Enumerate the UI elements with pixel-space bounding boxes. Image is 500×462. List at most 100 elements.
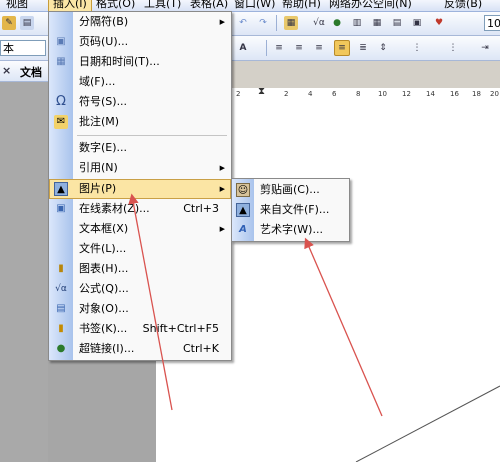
menu-item-label: 超链接(I)... (79, 342, 135, 355)
paste-icon[interactable]: ✎ (2, 16, 16, 30)
menu-network-office[interactable]: 网络办公空间(N) (325, 0, 416, 11)
menu-item-label: 文件(L)... (79, 242, 127, 255)
style-combo[interactable]: 本 (0, 40, 46, 56)
grid-icon[interactable]: ▦ (370, 16, 384, 30)
zoom-combo[interactable]: 10 (484, 15, 500, 31)
horizontal-ruler[interactable]: 2 ⧗ 2 4 6 8 10 12 14 16 18 20 (232, 86, 500, 107)
ruler-tick: 8 (356, 90, 361, 98)
menu-item-hyperlink[interactable]: ● 超链接(I)... Ctrl+K (49, 339, 231, 359)
feedback-icon[interactable]: ♥ (432, 16, 446, 30)
undo-icon[interactable]: ↶ (236, 16, 250, 30)
online-material-icon: ▣ (56, 203, 66, 214)
ruler-tick: 18 (472, 90, 481, 98)
globe-icon[interactable]: ● (330, 16, 344, 30)
clipart-icon: ☺ (236, 183, 250, 197)
page-number-icon: ▣ (56, 36, 66, 47)
ruler-tick: 6 (332, 90, 337, 98)
indent-icon[interactable]: ⇥ (478, 41, 492, 55)
submenu-item-from-file[interactable]: ▲ 来自文件(F)... (232, 200, 349, 220)
submenu-arrow-icon: ▶ (219, 185, 225, 193)
menu-item-label: 日期和时间(T)... (79, 55, 160, 68)
formula-icon: √α (55, 284, 67, 294)
menu-item-chart[interactable]: ▮ 图表(H)... (49, 259, 231, 279)
menu-item-label: 在线素材(Z)... (79, 202, 150, 215)
menu-format[interactable]: 格式(O) (92, 0, 139, 11)
ruler-tick: 14 (426, 90, 435, 98)
insert-menu: 分隔符(B) ▶ ▣ 页码(U)... ▦ 日期和时间(T)... 域(F)..… (48, 11, 232, 361)
menu-item-number[interactable]: 数字(E)... (49, 138, 231, 158)
submenu-item-clipart[interactable]: ☺ 剪贴画(C)... (232, 180, 349, 200)
toolbar-separator (276, 15, 277, 31)
menu-item-label: 符号(S)... (79, 95, 128, 108)
menu-help[interactable]: 帮助(H) (278, 0, 325, 11)
frame-icon[interactable]: ▣ (410, 16, 424, 30)
submenu-item-label: 来自文件(F)... (260, 203, 330, 216)
submenu-item-wordart[interactable]: A 艺术字(W)... (232, 220, 349, 240)
toolbar-separator (266, 40, 267, 56)
document-tab[interactable]: 文档 (20, 64, 42, 80)
menu-item-formula[interactable]: √α 公式(Q)... (49, 279, 231, 299)
indent-marker-icon[interactable]: ⧗ (258, 86, 265, 97)
menu-item-online-material[interactable]: ▣ 在线素材(Z)... Ctrl+3 (49, 199, 231, 219)
menu-feedback[interactable]: 反馈(B) (440, 0, 486, 11)
layout-icon[interactable]: ▤ (390, 16, 404, 30)
menu-item-bookmark[interactable]: ▮ 书签(K)... Shift+Ctrl+F5 (49, 319, 231, 339)
menu-item-object[interactable]: ▤ 对象(O)... (49, 299, 231, 319)
align-center-icon[interactable]: ≡ (292, 41, 306, 55)
menu-item-label: 对象(O)... (79, 302, 129, 315)
menu-item-label: 图表(H)... (79, 262, 129, 275)
submenu-item-label: 剪贴画(C)... (260, 183, 320, 196)
ruler-tick: 16 (450, 90, 459, 98)
menu-item-label: 域(F)... (79, 75, 116, 88)
menu-shortcut: Shift+Ctrl+F5 (142, 322, 219, 335)
menu-shortcut: Ctrl+3 (183, 202, 219, 215)
numbering-icon[interactable]: ⋮ (410, 41, 424, 55)
menu-item-date-time[interactable]: ▦ 日期和时间(T)... (49, 52, 231, 72)
hyperlink-icon: ● (56, 343, 66, 354)
submenu-item-label: 艺术字(W)... (260, 223, 323, 236)
menu-item-label: 页码(U)... (79, 35, 129, 48)
menu-item-field[interactable]: 域(F)... (49, 72, 231, 92)
ruler-tick: 10 (378, 90, 387, 98)
menu-window[interactable]: 窗口(W) (230, 0, 279, 11)
menu-item-label: 公式(Q)... (79, 282, 129, 295)
menu-shortcut: Ctrl+K (182, 342, 219, 355)
columns-icon[interactable]: ▥ (350, 16, 364, 30)
menu-item-page-number[interactable]: ▣ 页码(U)... (49, 32, 231, 52)
comment-icon: ✉ (54, 115, 68, 129)
print-icon[interactable]: ▤ (20, 16, 34, 30)
line-spacing-icon[interactable]: ⇕ (376, 41, 390, 55)
ruler-tick: 2 (236, 90, 241, 98)
formula-toolbar-icon[interactable]: √α (312, 16, 326, 30)
menu-separator (77, 135, 227, 136)
menu-item-label: 批注(M) (79, 115, 120, 128)
menu-table[interactable]: 表格(A) (186, 0, 232, 11)
left-gutter (0, 82, 48, 462)
menu-item-textbox[interactable]: 文本框(X) ▶ (49, 219, 231, 239)
menu-item-symbol[interactable]: Ω 符号(S)... (49, 92, 231, 112)
picture-submenu: ☺ 剪贴画(C)... ▲ 来自文件(F)... A 艺术字(W)... (231, 178, 350, 242)
menu-item-comment[interactable]: ✉ 批注(M) (49, 112, 231, 132)
menu-view[interactable]: 视图 (2, 0, 32, 11)
justify-icon[interactable]: ≡ (334, 40, 350, 56)
ruler-tick: 12 (402, 90, 411, 98)
menu-item-picture[interactable]: ▲ 图片(P) ▶ (49, 179, 231, 199)
calendar-icon: ▦ (56, 56, 66, 67)
tab-close-icon[interactable]: × (2, 64, 11, 77)
menu-item-reference[interactable]: 引用(N) ▶ (49, 158, 231, 178)
menu-item-label: 分隔符(B) (79, 15, 129, 28)
align-right-icon[interactable]: ≡ (312, 41, 326, 55)
distribute-icon[interactable]: ≣ (356, 41, 370, 55)
table-icon[interactable]: ▦ (284, 16, 298, 30)
text-effect-icon[interactable]: A (236, 41, 250, 55)
bullets-icon[interactable]: ⋮ (446, 41, 460, 55)
redo-icon[interactable]: ↷ (256, 16, 270, 30)
image-file-icon: ▲ (236, 203, 250, 217)
menu-item-separator[interactable]: 分隔符(B) ▶ (49, 12, 231, 32)
bookmark-icon: ▮ (58, 323, 64, 334)
menu-item-label: 书签(K)... (79, 322, 128, 335)
align-left-icon[interactable]: ≡ (272, 41, 286, 55)
menu-item-file[interactable]: 文件(L)... (49, 239, 231, 259)
submenu-arrow-icon: ▶ (219, 164, 225, 172)
menu-tools[interactable]: 工具(T) (140, 0, 185, 11)
